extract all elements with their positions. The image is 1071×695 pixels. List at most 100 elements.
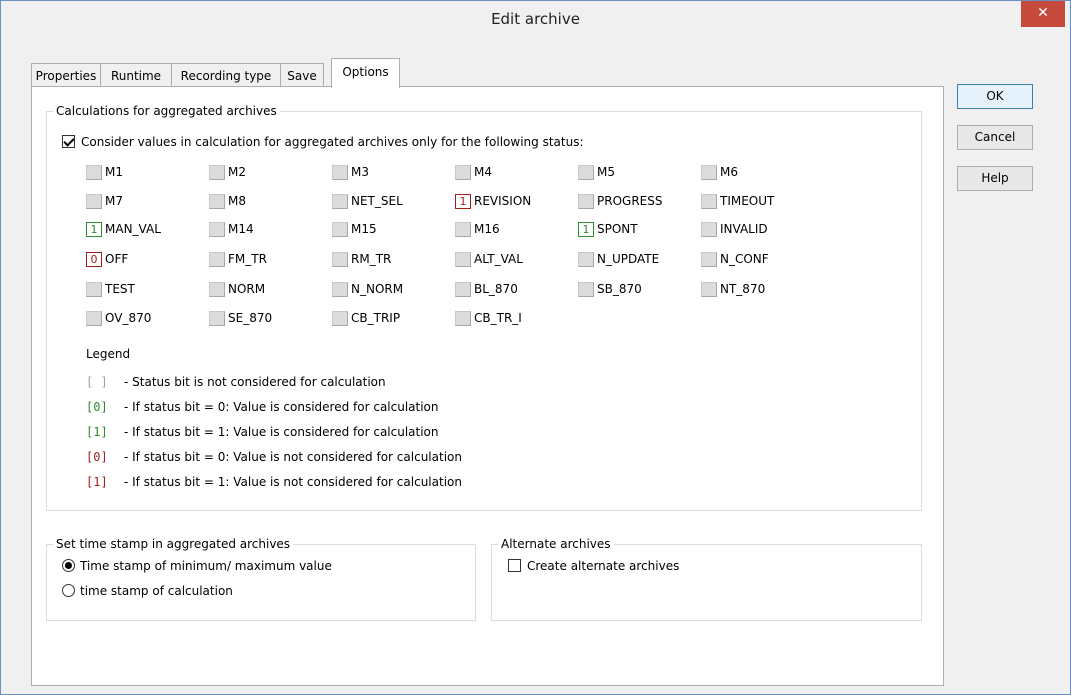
status-label: M16 bbox=[474, 222, 500, 236]
status-label: REVISION bbox=[474, 194, 532, 208]
status-toggle-box[interactable] bbox=[86, 165, 102, 180]
status-toggle-box[interactable] bbox=[455, 252, 471, 267]
radio-min-max-timestamp[interactable] bbox=[62, 559, 75, 572]
status-label: BL_870 bbox=[474, 282, 518, 296]
legend-description: - If status bit = 0: Value is not consid… bbox=[124, 450, 462, 464]
tab-options[interactable]: Options bbox=[331, 58, 400, 88]
legend-symbol: [ ] bbox=[86, 375, 108, 389]
status-label: TIMEOUT bbox=[720, 194, 775, 208]
status-toggle-box[interactable] bbox=[455, 222, 471, 237]
status-label: NT_870 bbox=[720, 282, 766, 296]
status-toggle-box[interactable] bbox=[332, 252, 348, 267]
status-toggle-box[interactable] bbox=[332, 194, 348, 209]
status-label: SE_870 bbox=[228, 311, 273, 325]
legend-description: - If status bit = 1: Value is not consid… bbox=[124, 475, 462, 489]
cancel-button[interactable]: Cancel bbox=[957, 125, 1033, 150]
status-toggle-box[interactable] bbox=[332, 282, 348, 297]
create-alternate-archives-label: Create alternate archives bbox=[527, 559, 680, 573]
alternate-archives-group-title: Alternate archives bbox=[498, 537, 614, 551]
status-label: FM_TR bbox=[228, 252, 267, 266]
status-toggle-box[interactable] bbox=[701, 194, 717, 209]
help-button[interactable]: Help bbox=[957, 166, 1033, 191]
close-button[interactable]: ✕ bbox=[1021, 1, 1065, 27]
edit-archive-dialog: Edit archive ✕ Properties Runtime Record… bbox=[0, 0, 1071, 695]
status-label: OV_870 bbox=[105, 311, 152, 325]
status-label: M2 bbox=[228, 165, 246, 179]
status-label: NORM bbox=[228, 282, 266, 296]
status-label: M1 bbox=[105, 165, 123, 179]
status-toggle-box[interactable] bbox=[86, 311, 102, 326]
status-label: M4 bbox=[474, 165, 492, 179]
status-toggle-box[interactable] bbox=[332, 222, 348, 237]
radio-calculation-timestamp[interactable] bbox=[62, 584, 75, 597]
status-label: NET_SEL bbox=[351, 194, 403, 208]
timestamp-group: Set time stamp in aggregated archives bbox=[46, 537, 476, 621]
create-alternate-archives-checkbox[interactable] bbox=[508, 559, 521, 572]
status-toggle-box[interactable] bbox=[209, 252, 225, 267]
status-label: PROGRESS bbox=[597, 194, 663, 208]
status-toggle-box[interactable] bbox=[455, 311, 471, 326]
window-title: Edit archive bbox=[491, 10, 580, 28]
tab-recording-type[interactable]: Recording type bbox=[171, 63, 281, 87]
status-toggle-box[interactable] bbox=[701, 165, 717, 180]
status-toggle-box[interactable]: 1 bbox=[578, 222, 594, 237]
status-label: MAN_VAL bbox=[105, 222, 161, 236]
consider-values-checkbox[interactable] bbox=[62, 135, 75, 148]
legend-description: - Status bit is not considered for calcu… bbox=[124, 375, 386, 389]
status-label: SB_870 bbox=[597, 282, 642, 296]
status-label: SPONT bbox=[597, 222, 638, 236]
tab-runtime[interactable]: Runtime bbox=[100, 63, 172, 87]
tab-properties[interactable]: Properties bbox=[31, 63, 101, 87]
legend-description: - If status bit = 1: Value is considered… bbox=[124, 425, 439, 439]
status-toggle-box[interactable]: 1 bbox=[455, 194, 471, 209]
status-label: M14 bbox=[228, 222, 254, 236]
status-label: INVALID bbox=[720, 222, 768, 236]
status-label: M7 bbox=[105, 194, 123, 208]
status-toggle-box[interactable] bbox=[209, 282, 225, 297]
status-toggle-box[interactable] bbox=[332, 311, 348, 326]
status-toggle-box[interactable] bbox=[455, 165, 471, 180]
status-toggle-box[interactable] bbox=[209, 165, 225, 180]
status-label: N_UPDATE bbox=[597, 252, 660, 266]
timestamp-group-title: Set time stamp in aggregated archives bbox=[53, 537, 294, 551]
calculations-group-title: Calculations for aggregated archives bbox=[53, 104, 280, 118]
ok-button[interactable]: OK bbox=[957, 84, 1033, 109]
status-toggle-box[interactable] bbox=[578, 252, 594, 267]
close-icon: ✕ bbox=[1037, 5, 1049, 21]
legend-symbol: [1] bbox=[86, 425, 108, 439]
legend-title: Legend bbox=[86, 347, 131, 361]
status-toggle-box[interactable] bbox=[701, 222, 717, 237]
status-label: M8 bbox=[228, 194, 246, 208]
status-toggle-box[interactable] bbox=[86, 282, 102, 297]
legend-description: - If status bit = 0: Value is considered… bbox=[124, 400, 439, 414]
status-toggle-box[interactable] bbox=[86, 194, 102, 209]
status-toggle-box[interactable] bbox=[209, 311, 225, 326]
status-toggle-box[interactable] bbox=[332, 165, 348, 180]
legend-symbol: [0] bbox=[86, 400, 108, 414]
radio-min-max-label: Time stamp of minimum/ maximum value bbox=[80, 559, 332, 573]
status-toggle-box[interactable] bbox=[578, 282, 594, 297]
status-label: CB_TRIP bbox=[351, 311, 401, 325]
legend-symbol: [1] bbox=[86, 475, 108, 489]
status-toggle-box[interactable] bbox=[209, 222, 225, 237]
status-toggle-box[interactable]: 1 bbox=[86, 222, 102, 237]
tab-save[interactable]: Save bbox=[280, 63, 324, 87]
legend-symbol: [0] bbox=[86, 450, 108, 464]
status-label: M5 bbox=[597, 165, 615, 179]
status-toggle-box[interactable] bbox=[701, 252, 717, 267]
status-toggle-box[interactable] bbox=[209, 194, 225, 209]
status-toggle-box[interactable] bbox=[701, 282, 717, 297]
status-label: OFF bbox=[105, 252, 129, 266]
status-label: ALT_VAL bbox=[474, 252, 523, 266]
status-label: M15 bbox=[351, 222, 377, 236]
status-toggle-box[interactable] bbox=[455, 282, 471, 297]
status-label: CB_TR_I bbox=[474, 311, 522, 325]
status-label: M3 bbox=[351, 165, 369, 179]
radio-calculation-label: time stamp of calculation bbox=[80, 584, 233, 598]
consider-values-label: Consider values in calculation for aggre… bbox=[81, 135, 584, 149]
status-label: TEST bbox=[105, 282, 135, 296]
status-toggle-box[interactable] bbox=[578, 165, 594, 180]
status-toggle-box[interactable]: 0 bbox=[86, 252, 102, 267]
status-label: M6 bbox=[720, 165, 738, 179]
status-toggle-box[interactable] bbox=[578, 194, 594, 209]
